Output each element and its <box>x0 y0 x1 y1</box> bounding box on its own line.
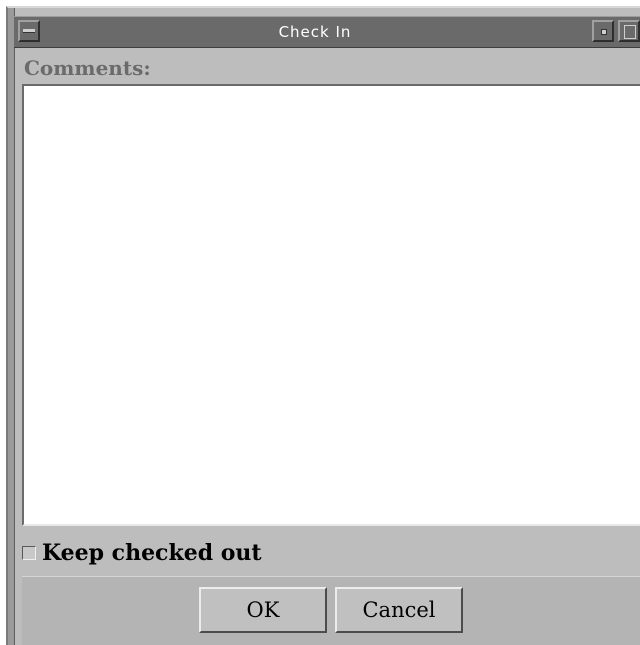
window-title: Check In <box>278 23 352 41</box>
minimize-icon[interactable] <box>592 20 614 42</box>
keep-checked-out-option[interactable]: Keep checked out <box>22 538 262 568</box>
title-bar[interactable]: Check In <box>14 16 640 48</box>
keep-checked-out-label[interactable]: Keep checked out <box>42 540 262 566</box>
keep-checked-out-checkbox[interactable] <box>22 546 36 560</box>
window-menu-icon[interactable] <box>18 20 40 42</box>
comments-label: Comments: <box>24 56 151 80</box>
button-bar: OK Cancel <box>22 576 640 645</box>
comments-textarea[interactable] <box>22 84 640 526</box>
window-frame-left <box>8 8 15 645</box>
cancel-button[interactable]: Cancel <box>335 587 463 633</box>
maximize-icon[interactable] <box>618 20 640 42</box>
check-in-dialog: Check In Comments: Keep checked out OK C… <box>6 6 640 645</box>
ok-button[interactable]: OK <box>199 587 327 633</box>
